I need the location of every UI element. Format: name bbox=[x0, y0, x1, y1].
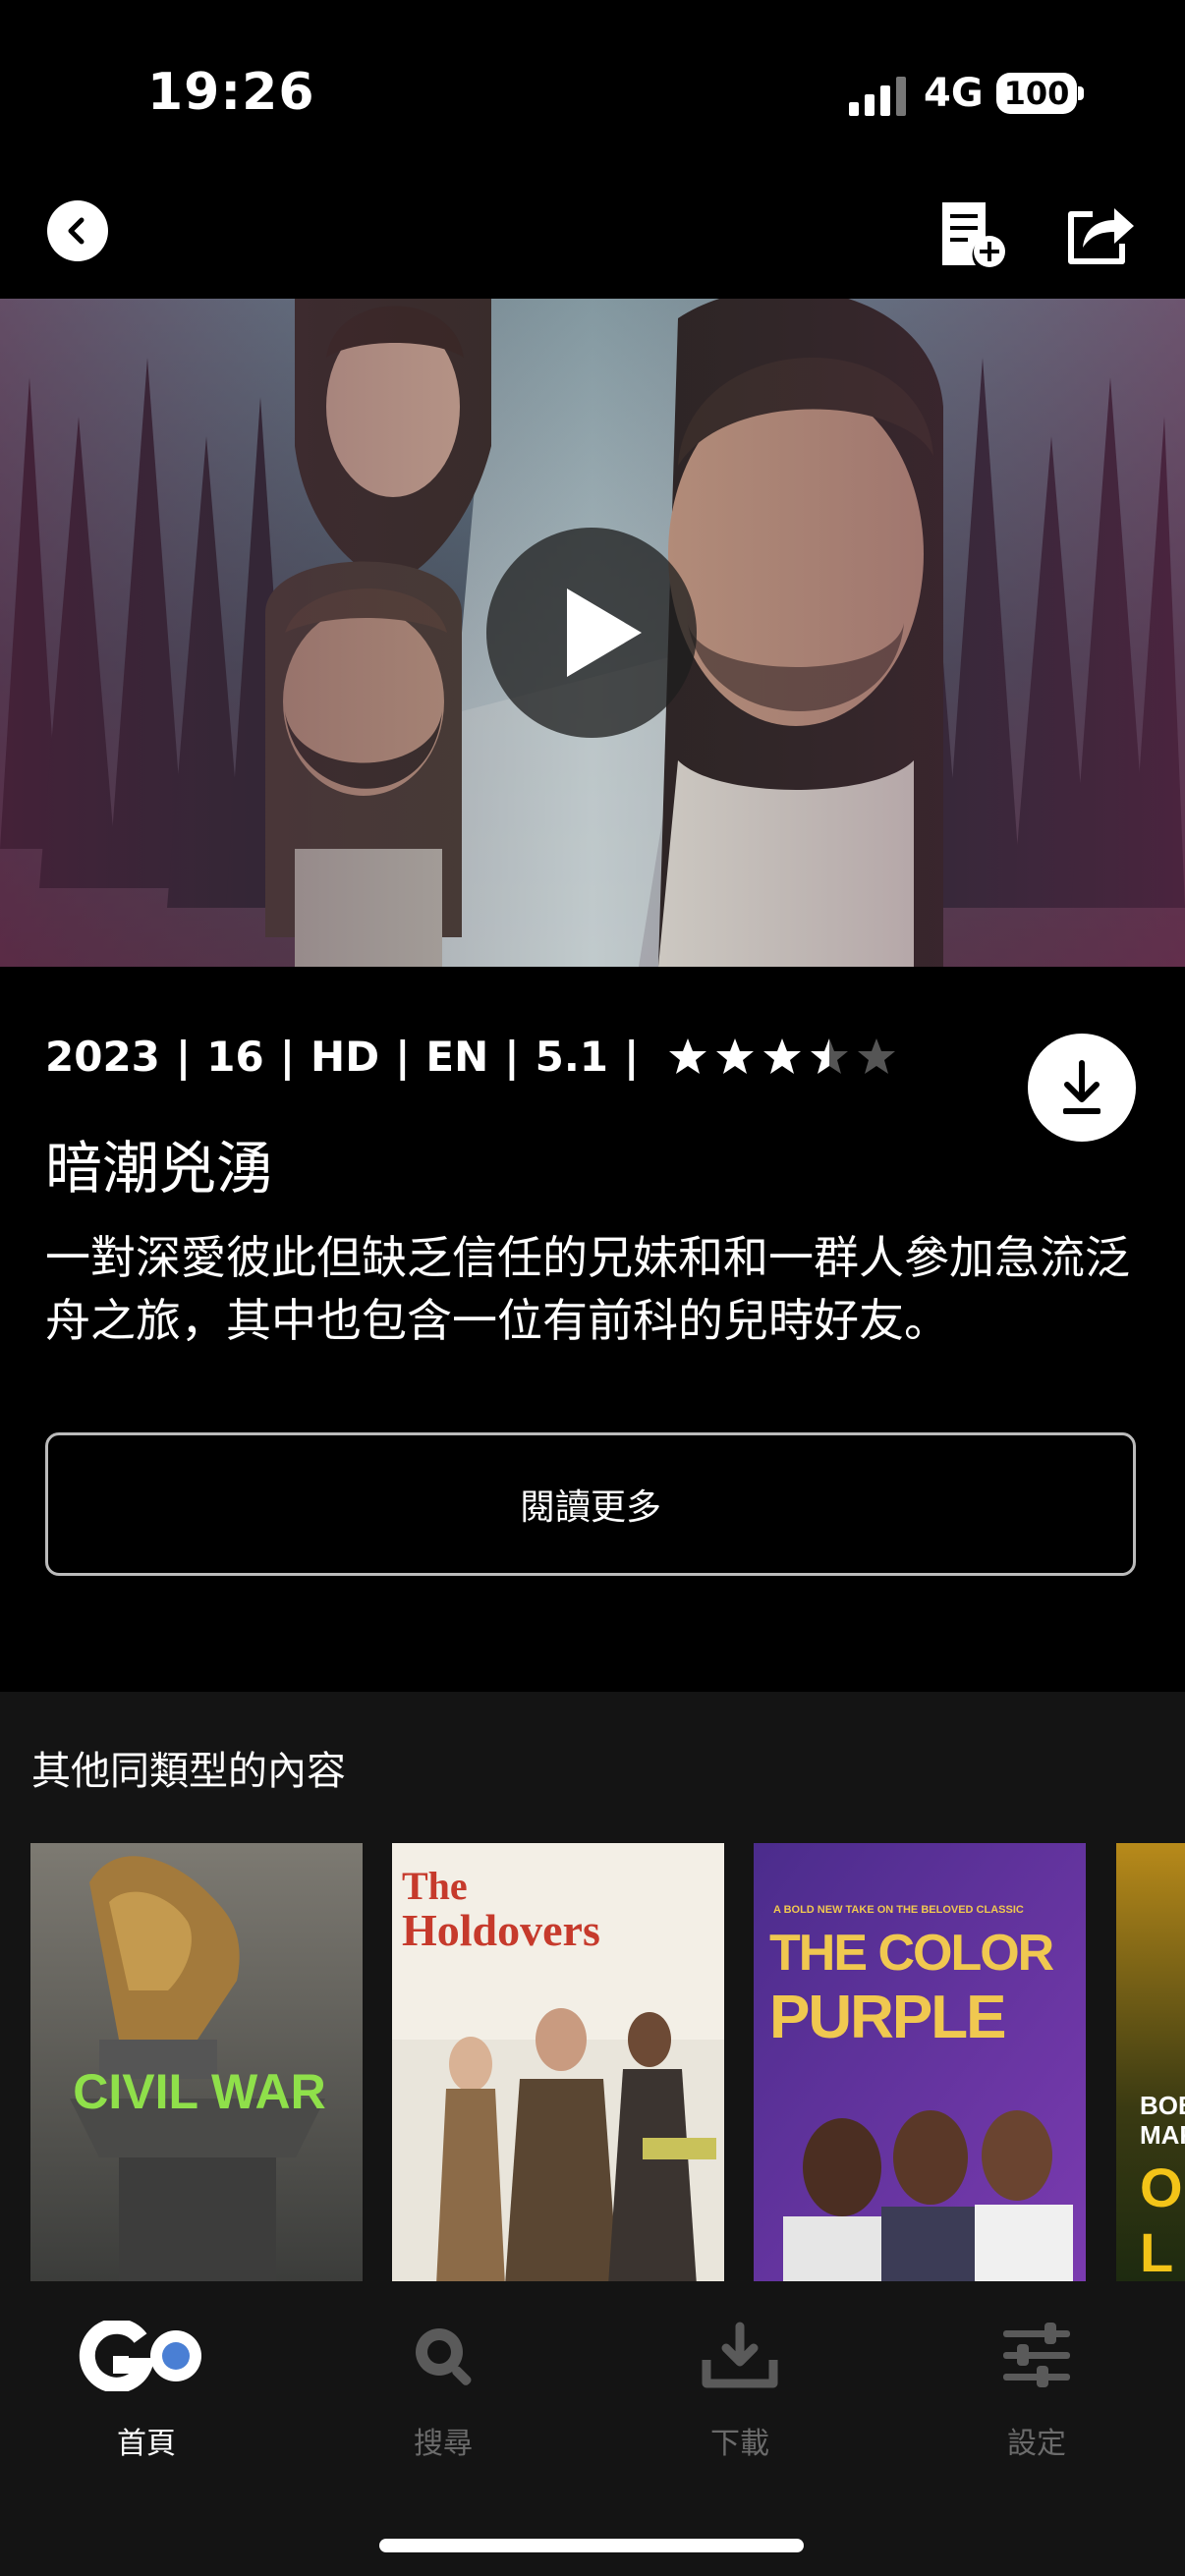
star-icon bbox=[763, 1038, 802, 1074]
star-icon bbox=[811, 1038, 849, 1074]
poster-title-line3: ON bbox=[1140, 2156, 1185, 2218]
poster-title-line2: MAR bbox=[1140, 2120, 1185, 2150]
poster-title-line2: Holdovers bbox=[402, 1905, 600, 1955]
star-icon bbox=[716, 1038, 755, 1074]
poster-title-line1: THE COLOR bbox=[769, 1925, 1054, 1982]
play-button[interactable] bbox=[486, 528, 697, 738]
poster-title-line2: PURPLE bbox=[769, 1984, 1006, 2051]
download-icon bbox=[702, 2322, 778, 2388]
star-rating bbox=[668, 1036, 904, 1076]
battery-icon: 100 bbox=[996, 73, 1077, 114]
nav-search[interactable] bbox=[355, 2321, 532, 2395]
nav-home-label: 首頁 bbox=[117, 2427, 176, 2461]
nav-home[interactable] bbox=[58, 2318, 235, 2395]
nav-search-label: 搜尋 bbox=[414, 2427, 473, 2461]
movie-year: 2023 bbox=[45, 1032, 160, 1081]
share-button[interactable] bbox=[1063, 196, 1136, 267]
movie-title: 暗潮兇湧 bbox=[45, 1135, 274, 1202]
star-icon bbox=[669, 1038, 707, 1074]
search-icon bbox=[416, 2328, 472, 2385]
poster-title-line4: L bbox=[1140, 2221, 1174, 2283]
add-to-list-button[interactable] bbox=[938, 198, 1007, 269]
nav-settings[interactable] bbox=[948, 2321, 1125, 2395]
download-button[interactable] bbox=[1028, 1034, 1136, 1142]
movie-description: 一對深愛彼此但缺乏信任的兄妹和和一群人參加急流泛舟之旅，其中也包含一位有前科的兒… bbox=[45, 1231, 1130, 1347]
play-icon bbox=[567, 588, 642, 677]
related-poster-bob-marley[interactable]: BOB MAR ON L bbox=[1116, 1843, 1185, 2285]
movie-meta: 2023 | 16 | HD | EN | 5.1 | bbox=[45, 1027, 904, 1086]
home-indicator bbox=[379, 2539, 804, 2552]
related-poster-holdovers[interactable]: The Holdovers bbox=[392, 1843, 724, 2285]
movie-age-rating: 16 bbox=[206, 1032, 264, 1081]
signal-icon bbox=[849, 77, 906, 116]
read-more-button[interactable]: 閱讀更多 bbox=[45, 1432, 1136, 1576]
network-type: 4G bbox=[924, 71, 984, 116]
poster-title-line1: BOB bbox=[1140, 2091, 1185, 2120]
nav-settings-label: 設定 bbox=[1007, 2427, 1066, 2461]
nav-download[interactable] bbox=[651, 2321, 828, 2395]
poster-title: CIVIL WAR bbox=[73, 2064, 326, 2119]
related-poster-color-purple[interactable]: A BOLD NEW TAKE ON THE BELOVED CLASSIC T… bbox=[754, 1843, 1086, 2285]
chevron-left-icon bbox=[68, 217, 85, 245]
movie-language: EN bbox=[425, 1032, 489, 1081]
download-icon bbox=[1063, 1060, 1100, 1114]
movie-audio: 5.1 bbox=[535, 1032, 608, 1081]
star-icon bbox=[858, 1038, 896, 1074]
status-time: 19:26 bbox=[147, 63, 315, 122]
settings-icon bbox=[1003, 2323, 1070, 2387]
battery-cap bbox=[1078, 86, 1084, 100]
poster-tagline: A BOLD NEW TAKE ON THE BELOVED CLASSIC bbox=[773, 1904, 1024, 1916]
poster-title-line1: The bbox=[402, 1864, 468, 1908]
movie-quality: HD bbox=[310, 1032, 380, 1081]
go-logo-icon bbox=[79, 2318, 201, 2393]
related-section-title: 其他同類型的內容 bbox=[31, 1749, 346, 1794]
back-button[interactable] bbox=[47, 200, 108, 261]
nav-download-label: 下載 bbox=[710, 2427, 769, 2461]
related-poster-civil-war[interactable]: CIVIL WAR bbox=[30, 1843, 363, 2285]
